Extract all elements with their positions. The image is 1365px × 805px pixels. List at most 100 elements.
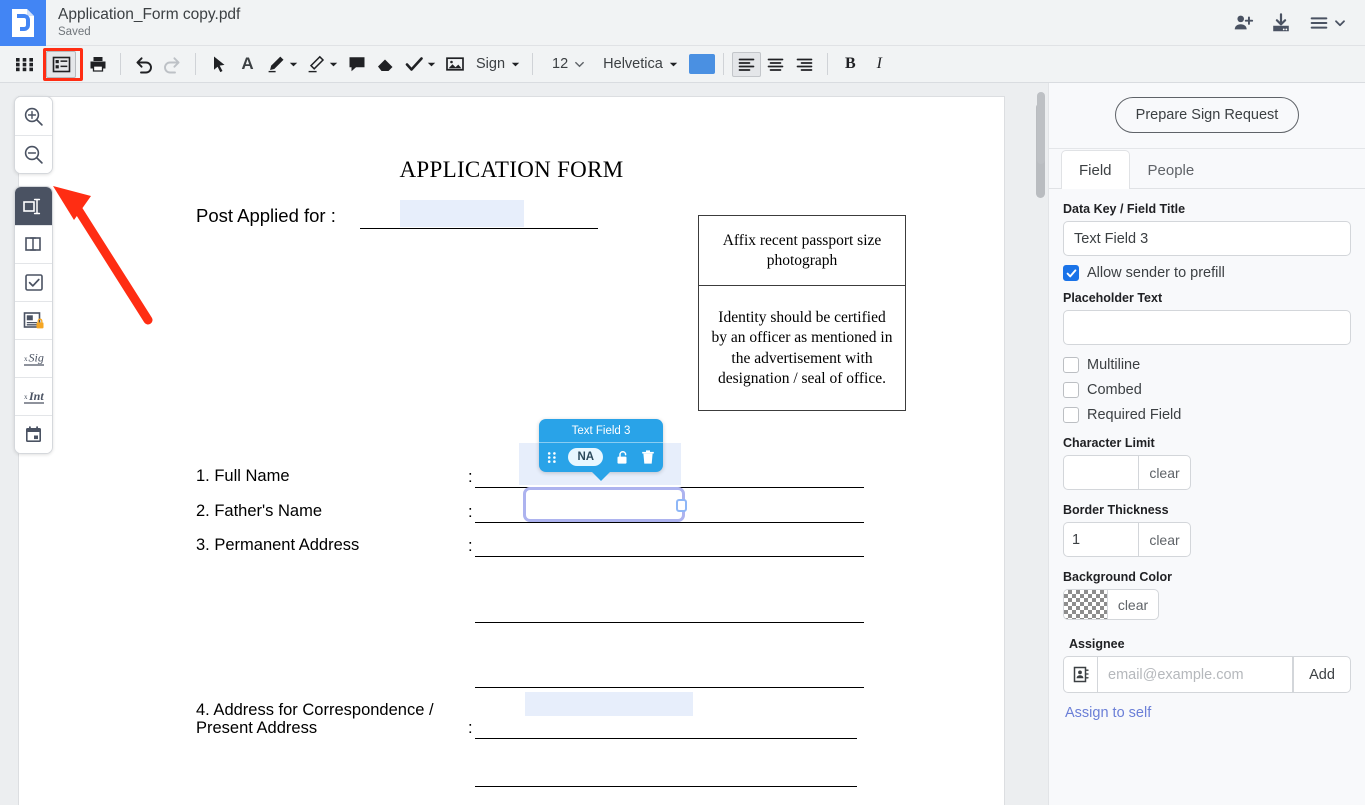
prefill-field-post[interactable] — [400, 200, 524, 227]
dropdown-field-tool[interactable] — [15, 301, 52, 339]
thumbnails-button[interactable] — [10, 50, 39, 79]
allow-prefill-label: Allow sender to prefill — [1087, 265, 1225, 281]
placeholder-input[interactable] — [1063, 310, 1351, 345]
multiline-row[interactable]: Multiline — [1063, 357, 1351, 373]
text-field-tool[interactable] — [15, 187, 52, 225]
check-tool-button[interactable] — [400, 50, 440, 79]
highlighter-tool-button[interactable] — [302, 50, 342, 79]
assignee-email-input[interactable] — [1097, 656, 1293, 693]
date-field-tool[interactable] — [15, 415, 52, 453]
drag-handle-icon[interactable] — [547, 451, 557, 464]
image-icon — [445, 54, 465, 74]
chevron-down-icon — [511, 60, 520, 69]
question-label-4: 4. Address for Correspondence / Present … — [196, 702, 434, 737]
multiline-checkbox[interactable] — [1063, 357, 1079, 373]
selected-text-field[interactable] — [523, 487, 685, 522]
pen-icon — [266, 54, 286, 74]
pages-panel-button[interactable] — [46, 51, 76, 78]
app-logo[interactable] — [0, 0, 46, 46]
main-menu-button[interactable] — [1308, 12, 1347, 34]
text-tool-button[interactable]: A — [233, 50, 262, 79]
main-toolbar: A — [0, 46, 1365, 83]
combed-row[interactable]: Combed — [1063, 382, 1351, 398]
comment-tool-button[interactable] — [342, 50, 371, 79]
field-popup-title: Text Field 3 — [539, 419, 663, 443]
font-size-dropdown[interactable]: 12 — [541, 50, 589, 79]
redo-button[interactable] — [158, 50, 187, 79]
trash-icon[interactable] — [641, 450, 655, 465]
select-tool-button[interactable] — [204, 50, 233, 79]
document-info: Application_Form copy.pdf Saved — [58, 5, 240, 40]
multiline-label: Multiline — [1087, 357, 1140, 373]
align-right-icon — [796, 57, 813, 72]
sign-dropdown-button[interactable]: Sign — [469, 50, 524, 79]
contact-book-button[interactable] — [1063, 656, 1097, 693]
initials-field-tool[interactable]: x Int — [15, 377, 52, 415]
dropdown-field-lock-icon — [22, 310, 46, 332]
download-icon[interactable] — [1270, 12, 1292, 34]
chevron-down-icon — [289, 60, 298, 69]
align-center-button[interactable] — [761, 50, 790, 79]
zoom-out-icon — [23, 144, 44, 165]
field-popup-actions: NA — [539, 443, 663, 472]
align-left-button[interactable] — [732, 52, 761, 77]
pen-tool-button[interactable] — [262, 50, 302, 79]
prepare-sign-request-button[interactable]: Prepare Sign Request — [1115, 97, 1300, 133]
checkbox-field-tool[interactable] — [15, 263, 52, 301]
undo-button[interactable] — [129, 50, 158, 79]
rule-post-applied — [360, 228, 598, 229]
background-color-clear-button[interactable]: clear — [1107, 589, 1159, 620]
initials-field-icon: x Int — [22, 387, 46, 407]
eraser-tool-button[interactable] — [371, 50, 400, 79]
font-size-value: 12 — [549, 56, 571, 72]
allow-prefill-checkbox[interactable] — [1063, 265, 1079, 281]
multiline-text-field-tool[interactable] — [15, 225, 52, 263]
toolbar-separator-4 — [723, 53, 724, 75]
tab-field[interactable]: Field — [1061, 150, 1130, 189]
border-thickness-input[interactable] — [1063, 522, 1138, 557]
allow-prefill-row[interactable]: Allow sender to prefill — [1063, 265, 1351, 281]
data-key-input[interactable] — [1063, 221, 1351, 256]
image-tool-button[interactable] — [440, 50, 469, 79]
panel-scrollbar-thumb[interactable] — [1037, 92, 1045, 164]
tab-people[interactable]: People — [1130, 150, 1213, 189]
text-color-swatch[interactable] — [689, 54, 715, 74]
border-thickness-clear-button[interactable]: clear — [1138, 522, 1191, 557]
border-thickness-label: Border Thickness — [1063, 503, 1351, 517]
panel-scrollbar[interactable] — [1037, 90, 1045, 802]
unlock-icon[interactable] — [615, 450, 630, 465]
zoom-tool-group — [14, 96, 53, 174]
zoom-in-button[interactable] — [15, 97, 52, 135]
rule-q4b — [475, 786, 857, 787]
required-checkbox[interactable] — [1063, 407, 1079, 423]
background-color-swatch[interactable] — [1063, 589, 1107, 620]
required-label: Required Field — [1087, 407, 1181, 423]
toolbar-separator-5 — [827, 53, 828, 75]
toolbar-separator-3 — [532, 53, 533, 75]
bold-button[interactable]: B — [836, 55, 865, 73]
assignee-row: Add — [1063, 656, 1351, 693]
signature-field-icon: x Sig — [22, 349, 46, 369]
character-limit-input[interactable] — [1063, 455, 1138, 490]
font-family-dropdown[interactable]: Helvetica — [596, 50, 682, 79]
zoom-out-button[interactable] — [15, 135, 52, 173]
italic-button[interactable]: I — [865, 55, 894, 73]
assignee-add-button[interactable]: Add — [1293, 656, 1351, 693]
align-right-button[interactable] — [790, 50, 819, 79]
rule-q3b — [475, 622, 864, 623]
font-family-value: Helvetica — [600, 56, 666, 72]
photo-box-top-text: Affix recent passport size photograph — [699, 216, 905, 286]
character-limit-clear-button[interactable]: clear — [1138, 455, 1191, 490]
signature-field-tool[interactable]: x Sig — [15, 339, 52, 377]
field-assignee-badge[interactable]: NA — [568, 448, 603, 466]
prefill-field-address[interactable] — [525, 692, 693, 716]
chevron-down-icon — [427, 60, 436, 69]
field-resize-handle[interactable] — [676, 499, 687, 512]
document-canvas: APPLICATION FORM Post Applied for : Affi… — [0, 83, 1048, 805]
assign-to-self-link[interactable]: Assign to self — [1063, 705, 1151, 721]
add-user-icon[interactable] — [1232, 12, 1254, 34]
combed-checkbox[interactable] — [1063, 382, 1079, 398]
question-colon-4: : — [468, 719, 473, 738]
required-row[interactable]: Required Field — [1063, 407, 1351, 423]
print-button[interactable] — [83, 50, 112, 79]
